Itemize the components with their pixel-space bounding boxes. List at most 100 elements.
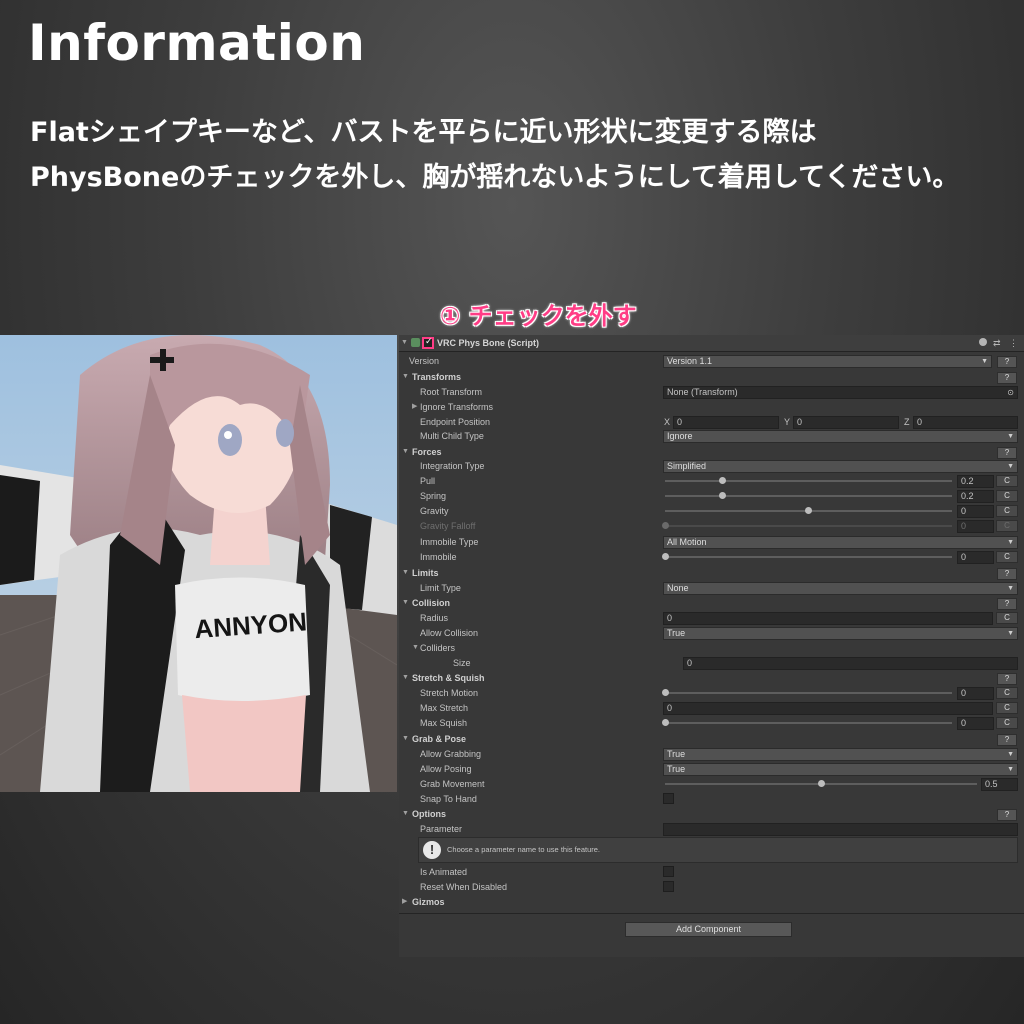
version-help-button[interactable]: ? bbox=[997, 356, 1017, 368]
colliders-label[interactable]: Colliders bbox=[420, 641, 455, 655]
immobile-curve-button[interactable]: C bbox=[996, 551, 1018, 563]
transforms-header[interactable]: Transforms bbox=[412, 370, 461, 384]
limits-header[interactable]: Limits bbox=[412, 566, 439, 580]
immobile-slider-handle[interactable] bbox=[661, 553, 669, 560]
gizmos-header[interactable]: Gizmos bbox=[412, 895, 445, 909]
endpoint-y-label: Y bbox=[784, 417, 791, 427]
is-animated-checkbox[interactable] bbox=[663, 866, 674, 877]
max-squish-slider-track[interactable] bbox=[665, 722, 952, 724]
max-squish-slider-handle[interactable] bbox=[661, 719, 669, 726]
limits-foldout-icon[interactable]: ▼ bbox=[402, 566, 409, 580]
options-foldout-icon[interactable]: ▼ bbox=[402, 807, 409, 821]
collision-foldout-icon[interactable]: ▼ bbox=[402, 596, 409, 610]
script-icon bbox=[411, 338, 420, 347]
root-transform-field[interactable]: None (Transform) ⊙ bbox=[663, 386, 1018, 399]
max-stretch-field[interactable]: 0 bbox=[663, 702, 993, 715]
gravity-curve-button[interactable]: C bbox=[996, 505, 1018, 517]
allow-grabbing-dropdown[interactable]: True ▼ bbox=[663, 748, 1018, 761]
spring-field[interactable]: 0.2 bbox=[957, 490, 994, 503]
immobile-slider-track[interactable] bbox=[665, 556, 952, 558]
reset-when-disabled-checkbox[interactable] bbox=[663, 881, 674, 892]
collision-header[interactable]: Collision bbox=[412, 596, 450, 610]
stretch-squish-foldout-icon[interactable]: ▼ bbox=[402, 671, 409, 685]
spring-slider-handle[interactable] bbox=[718, 492, 726, 499]
integration-type-value: Simplified bbox=[667, 461, 707, 471]
dropdown-arrow-icon: ▼ bbox=[1007, 539, 1014, 546]
allow-grabbing-value: True bbox=[667, 749, 686, 759]
options-help-button[interactable]: ? bbox=[997, 809, 1017, 821]
stretch-squish-help-button[interactable]: ? bbox=[997, 673, 1017, 685]
allow-grabbing-label: Allow Grabbing bbox=[420, 749, 482, 759]
size-field[interactable]: 0 bbox=[683, 657, 1018, 670]
transforms-foldout-icon[interactable]: ▼ bbox=[402, 370, 409, 384]
endpoint-z-field[interactable]: 0 bbox=[913, 416, 1018, 429]
max-squish-curve-button[interactable]: C bbox=[996, 717, 1018, 729]
kebab-menu-icon[interactable]: ⋮ bbox=[1009, 336, 1018, 350]
allow-posing-dropdown[interactable]: True ▼ bbox=[663, 763, 1018, 776]
enable-checkbox[interactable]: ✓ bbox=[422, 336, 434, 349]
grab-movement-field[interactable]: 0.5 bbox=[981, 778, 1018, 791]
endpoint-y-field[interactable]: 0 bbox=[793, 416, 899, 429]
spring-slider-track[interactable] bbox=[665, 495, 952, 497]
stretch-motion-curve-button[interactable]: C bbox=[996, 687, 1018, 699]
grab-movement-slider-handle[interactable] bbox=[817, 780, 825, 787]
description-line-2: PhysBoneのチェックを外し、胸が揺れないようにして着用してください。 bbox=[30, 162, 960, 193]
gravity-slider-handle[interactable] bbox=[805, 507, 812, 514]
preset-icon[interactable]: ⇄ bbox=[993, 336, 1001, 350]
limit-type-label: Limit Type bbox=[420, 583, 461, 593]
pull-slider-handle[interactable] bbox=[718, 477, 726, 484]
immobile-field[interactable]: 0 bbox=[957, 551, 994, 564]
dropdown-arrow-icon: ▼ bbox=[1007, 630, 1014, 637]
pull-curve-button[interactable]: C bbox=[996, 475, 1018, 487]
uncheck-callout: ① チェックを外す bbox=[440, 302, 637, 330]
transforms-help-button[interactable]: ? bbox=[997, 372, 1017, 384]
root-transform-value: None (Transform) bbox=[667, 387, 738, 397]
foldout-arrow-icon[interactable]: ▼ bbox=[401, 336, 408, 350]
ignore-transforms-foldout-icon[interactable]: ▶ bbox=[412, 400, 417, 414]
limits-help-button[interactable]: ? bbox=[997, 568, 1017, 580]
gizmos-foldout-icon[interactable]: ▶ bbox=[402, 895, 407, 909]
radius-field[interactable]: 0 bbox=[663, 612, 993, 625]
parameter-field[interactable] bbox=[663, 823, 1018, 836]
stretch-motion-slider-track[interactable] bbox=[665, 692, 952, 694]
snap-to-hand-label: Snap To Hand bbox=[420, 794, 477, 804]
pull-slider-track[interactable] bbox=[665, 480, 952, 482]
add-component-button[interactable]: Add Component bbox=[625, 922, 792, 937]
options-header[interactable]: Options bbox=[412, 807, 446, 821]
immobile-type-dropdown[interactable]: All Motion ▼ bbox=[663, 536, 1018, 549]
pull-field[interactable]: 0.2 bbox=[957, 475, 994, 488]
stretch-motion-slider-handle[interactable] bbox=[661, 689, 669, 696]
dropdown-arrow-icon: ▼ bbox=[1007, 766, 1014, 773]
allow-collision-dropdown[interactable]: True ▼ bbox=[663, 627, 1018, 640]
grab-pose-foldout-icon[interactable]: ▼ bbox=[402, 732, 409, 746]
snap-to-hand-checkbox[interactable] bbox=[663, 793, 674, 804]
stretch-motion-field[interactable]: 0 bbox=[957, 687, 994, 700]
limit-type-dropdown[interactable]: None ▼ bbox=[663, 582, 1018, 595]
endpoint-x-field[interactable]: 0 bbox=[673, 416, 779, 429]
forces-header[interactable]: Forces bbox=[412, 445, 442, 459]
ignore-transforms-label[interactable]: Ignore Transforms bbox=[420, 400, 493, 414]
spring-curve-button[interactable]: C bbox=[996, 490, 1018, 502]
pull-label: Pull bbox=[420, 476, 436, 486]
multi-child-type-dropdown[interactable]: Ignore ▼ bbox=[663, 430, 1018, 443]
colliders-foldout-icon[interactable]: ▼ bbox=[412, 641, 419, 655]
integration-type-dropdown[interactable]: Simplified ▼ bbox=[663, 460, 1018, 473]
stretch-squish-header[interactable]: Stretch & Squish bbox=[412, 671, 485, 685]
forces-help-button[interactable]: ? bbox=[997, 447, 1017, 459]
help-icon[interactable] bbox=[979, 338, 987, 346]
grab-pose-header[interactable]: Grab & Pose bbox=[412, 732, 466, 746]
immobile-type-value: All Motion bbox=[667, 537, 707, 547]
max-stretch-curve-button[interactable]: C bbox=[996, 702, 1018, 714]
limit-type-value: None bbox=[667, 583, 689, 593]
radius-curve-button[interactable]: C bbox=[996, 612, 1018, 624]
gravity-field[interactable]: 0 bbox=[957, 505, 994, 518]
divider bbox=[399, 913, 1024, 914]
gravity-falloff-curve-button: C bbox=[996, 520, 1018, 532]
forces-foldout-icon[interactable]: ▼ bbox=[402, 445, 409, 459]
max-squish-field[interactable]: 0 bbox=[957, 717, 994, 730]
collision-help-button[interactable]: ? bbox=[997, 598, 1017, 610]
reset-when-disabled-label: Reset When Disabled bbox=[420, 882, 508, 892]
object-picker-icon[interactable]: ⊙ bbox=[1007, 387, 1014, 398]
grab-pose-help-button[interactable]: ? bbox=[997, 734, 1017, 746]
version-dropdown[interactable]: Version 1.1 ▼ bbox=[663, 355, 992, 368]
